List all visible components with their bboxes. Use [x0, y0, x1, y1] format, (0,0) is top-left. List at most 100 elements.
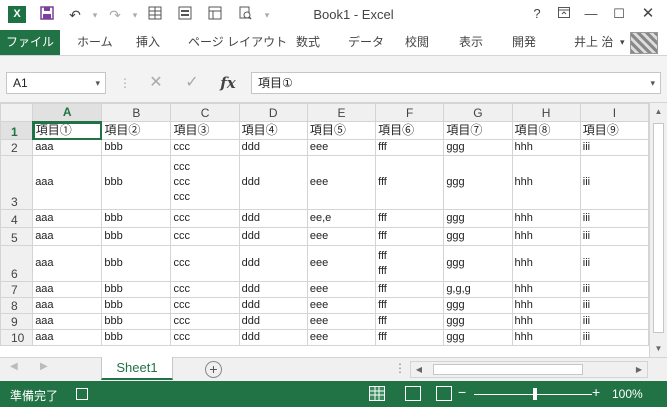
cell-a1[interactable]: 項目① — [32, 121, 103, 140]
cell-e9[interactable]: eee — [306, 313, 377, 330]
worksheet-grid[interactable]: ABCDEFGHI 1 項目① 項目② 項目③ 項目④ 項目⑤ 項目⑥ 項目⑦ 項目⑧ 項目⑨ 2 a… — [0, 103, 649, 357]
add-sheet-icon[interactable]: + — [205, 361, 222, 378]
column-header-d[interactable]: D — [238, 103, 308, 122]
cell-b1[interactable]: 項目② — [101, 121, 172, 140]
cell-a10[interactable]: aaa — [32, 329, 103, 346]
cell-h1[interactable]: 項目⑧ — [511, 121, 581, 140]
cell-c8[interactable]: ccc — [170, 297, 240, 314]
row-header-4[interactable]: 4 — [0, 209, 34, 228]
cell-i4[interactable]: iii — [579, 209, 649, 228]
cell-a4[interactable]: aaa — [32, 209, 103, 228]
zoom-level[interactable]: 100% — [612, 387, 643, 401]
tab-review[interactable]: 校閲 — [405, 30, 429, 55]
page-break-view-icon[interactable] — [436, 386, 452, 401]
tab-data[interactable]: データ — [348, 30, 384, 55]
horizontal-scrollbar[interactable]: ◀ ▶ — [410, 361, 648, 378]
cell-h3[interactable]: hhh — [511, 155, 581, 210]
cell-e8[interactable]: eee — [306, 297, 377, 314]
cell-g5[interactable]: ggg — [443, 227, 513, 246]
zoom-in-icon[interactable]: + — [592, 384, 600, 400]
worksheet-table[interactable]: ABCDEFGHI 1 項目① 項目② 項目③ 項目④ 項目⑤ 項目⑥ 項目⑦ 項目⑧ 項目⑨ 2 a… — [0, 103, 649, 346]
cell-f6[interactable]: fff fff — [375, 245, 445, 282]
cell-f2[interactable]: fff — [375, 139, 445, 156]
cell-i2[interactable]: iii — [579, 139, 649, 156]
cell-c7[interactable]: ccc — [170, 281, 240, 298]
cell-a7[interactable]: aaa — [32, 281, 103, 298]
cell-b2[interactable]: bbb — [101, 139, 172, 156]
cell-e2[interactable]: eee — [306, 139, 377, 156]
tab-page-layout[interactable]: ページ レイアウト — [188, 30, 287, 55]
column-header-g[interactable]: G — [443, 103, 513, 122]
cell-g6[interactable]: ggg — [443, 245, 513, 282]
cell-i8[interactable]: iii — [579, 297, 649, 314]
cell-b6[interactable]: bbb — [101, 245, 172, 282]
zoom-slider-thumb[interactable] — [533, 388, 537, 400]
cell-c4[interactable]: ccc — [170, 209, 240, 228]
cell-c2[interactable]: ccc — [170, 139, 240, 156]
cancel-icon[interactable]: ✕ — [144, 71, 168, 95]
cell-d9[interactable]: ddd — [238, 313, 308, 330]
cell-c1[interactable]: 項目③ — [170, 121, 240, 140]
cell-i9[interactable]: iii — [579, 313, 649, 330]
tab-view[interactable]: 表示 — [459, 30, 483, 55]
column-header-e[interactable]: E — [306, 103, 377, 122]
cell-a8[interactable]: aaa — [32, 297, 103, 314]
cell-b5[interactable]: bbb — [101, 227, 172, 246]
cell-c3[interactable]: ccc ccc ccc — [170, 155, 240, 210]
tab-developer[interactable]: 開発 — [512, 30, 536, 55]
scroll-left-icon[interactable]: ◀ — [411, 362, 427, 377]
cell-i10[interactable]: iii — [579, 329, 649, 346]
cell-b4[interactable]: bbb — [101, 209, 172, 228]
cell-f8[interactable]: fff — [375, 297, 445, 314]
column-header-a[interactable]: A — [32, 103, 103, 123]
chevron-down-icon[interactable]: ▾ — [95, 73, 100, 93]
expand-formula-bar-icon[interactable]: ▾ — [650, 73, 655, 93]
cell-f1[interactable]: 項目⑥ — [375, 121, 445, 140]
cell-f3[interactable]: fff — [375, 155, 445, 210]
cell-g3[interactable]: ggg — [443, 155, 513, 210]
zoom-out-icon[interactable]: − — [458, 384, 466, 400]
avatar[interactable] — [630, 32, 658, 54]
maximize-icon[interactable]: ☐ — [606, 4, 632, 24]
cell-i6[interactable]: iii — [579, 245, 649, 282]
tab-home[interactable]: ホーム — [77, 30, 113, 55]
cell-d7[interactable]: ddd — [238, 281, 308, 298]
cell-f9[interactable]: fff — [375, 313, 445, 330]
insert-function-icon[interactable]: fx — [216, 71, 240, 95]
cell-b3[interactable]: bbb — [101, 155, 172, 210]
row-header-7[interactable]: 7 — [0, 281, 34, 298]
vertical-scrollbar[interactable]: ▲ ▼ — [649, 103, 667, 357]
cell-g1[interactable]: 項目⑦ — [443, 121, 513, 140]
cell-h2[interactable]: hhh — [511, 139, 581, 156]
cell-h8[interactable]: hhh — [511, 297, 581, 314]
cell-h10[interactable]: hhh — [511, 329, 581, 346]
enter-icon[interactable]: ✓ — [180, 71, 204, 95]
cell-e3[interactable]: eee — [306, 155, 377, 210]
cell-d3[interactable]: ddd — [238, 155, 308, 210]
column-header-b[interactable]: B — [101, 103, 172, 122]
cell-a2[interactable]: aaa — [32, 139, 103, 156]
row-header-8[interactable]: 8 — [0, 297, 34, 314]
cell-d4[interactable]: ddd — [238, 209, 308, 228]
tab-file[interactable]: ファイル — [0, 30, 60, 55]
cell-f4[interactable]: fff — [375, 209, 445, 228]
tab-split-icon[interactable]: ⋮ — [394, 361, 406, 375]
row-header-5[interactable]: 5 — [0, 227, 34, 246]
cell-d8[interactable]: ddd — [238, 297, 308, 314]
prev-sheet-icon[interactable]: ◀ — [10, 361, 18, 372]
cell-a3[interactable]: aaa — [32, 155, 103, 210]
sheet-tab[interactable]: Sheet1 — [101, 357, 173, 380]
cell-f5[interactable]: fff — [375, 227, 445, 246]
cell-i5[interactable]: iii — [579, 227, 649, 246]
column-header-i[interactable]: I — [579, 103, 649, 122]
ribbon-display-icon[interactable] — [551, 4, 577, 24]
cell-c10[interactable]: ccc — [170, 329, 240, 346]
cell-c9[interactable]: ccc — [170, 313, 240, 330]
cell-e7[interactable]: eee — [306, 281, 377, 298]
cell-h5[interactable]: hhh — [511, 227, 581, 246]
cell-f10[interactable]: fff — [375, 329, 445, 346]
row-header-2[interactable]: 2 — [0, 139, 34, 156]
row-header-10[interactable]: 10 — [0, 329, 34, 346]
column-header-h[interactable]: H — [511, 103, 581, 122]
cell-d1[interactable]: 項目④ — [238, 121, 308, 140]
